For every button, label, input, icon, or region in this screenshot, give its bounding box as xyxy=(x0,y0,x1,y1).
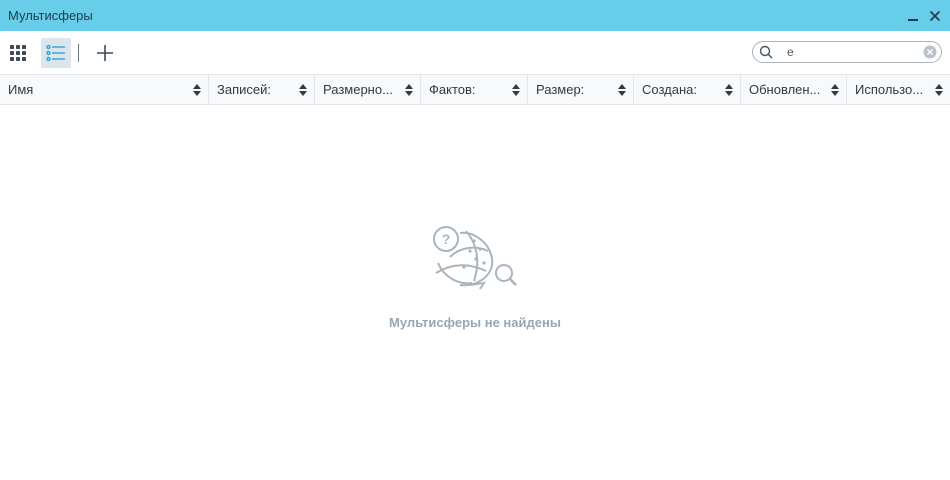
column-header-created[interactable]: Создана: xyxy=(634,75,741,104)
column-header-size[interactable]: Размер: xyxy=(528,75,634,104)
column-header-name[interactable]: Имя xyxy=(0,75,209,104)
column-header-used[interactable]: Использо... xyxy=(847,75,950,104)
sort-icon[interactable] xyxy=(932,83,946,97)
empty-state: ? Мультисферы не найдены xyxy=(0,105,950,480)
column-header-label: Записей: xyxy=(217,82,271,97)
add-button[interactable] xyxy=(90,38,120,68)
close-button[interactable] xyxy=(924,0,946,31)
column-header-label: Размерно... xyxy=(323,82,393,97)
column-header-label: Обновлен... xyxy=(749,82,821,97)
globe-search-icon: ? xyxy=(433,226,517,290)
search-input[interactable] xyxy=(787,45,922,59)
column-header-records[interactable]: Записей: xyxy=(209,75,315,104)
plus-icon xyxy=(97,44,113,61)
clear-search-button[interactable] xyxy=(922,44,938,60)
column-header-label: Размер: xyxy=(536,82,585,97)
minimize-icon xyxy=(908,18,918,21)
svg-text:?: ? xyxy=(442,231,451,247)
column-header-label: Использо... xyxy=(855,82,924,97)
sort-icon[interactable] xyxy=(828,83,842,97)
column-header-label: Имя xyxy=(8,82,34,97)
sort-icon[interactable] xyxy=(509,83,523,97)
sort-icon[interactable] xyxy=(615,83,629,97)
minimize-button[interactable] xyxy=(902,0,924,31)
column-header-label: Фактов: xyxy=(429,82,476,97)
clear-icon xyxy=(923,45,937,59)
search-icon xyxy=(759,45,773,59)
search-box xyxy=(752,41,942,63)
sort-icon[interactable] xyxy=(190,83,204,97)
grid-view-icon xyxy=(10,44,26,61)
toolbar-divider xyxy=(78,43,79,62)
sort-icon[interactable] xyxy=(296,83,310,97)
sort-icon[interactable] xyxy=(402,83,416,97)
column-header-dimensions[interactable]: Размерно... xyxy=(315,75,421,104)
column-header-updated[interactable]: Обновлен... xyxy=(741,75,847,104)
column-header-facts[interactable]: Фактов: xyxy=(421,75,528,104)
window-title: Мультисферы xyxy=(8,8,93,23)
title-bar: Мультисферы xyxy=(0,0,950,31)
table-header: Имя Записей: Размерно... Фактов: Размер:… xyxy=(0,74,950,105)
window-controls xyxy=(902,0,950,31)
column-header-label: Создана: xyxy=(642,82,697,97)
list-view-icon xyxy=(46,44,65,61)
sort-icon[interactable] xyxy=(722,83,736,97)
empty-state-message: Мультисферы не найдены xyxy=(389,315,561,330)
grid-view-button[interactable] xyxy=(3,38,33,68)
close-icon xyxy=(929,10,941,21)
toolbar xyxy=(0,31,950,74)
list-view-button[interactable] xyxy=(41,37,71,68)
